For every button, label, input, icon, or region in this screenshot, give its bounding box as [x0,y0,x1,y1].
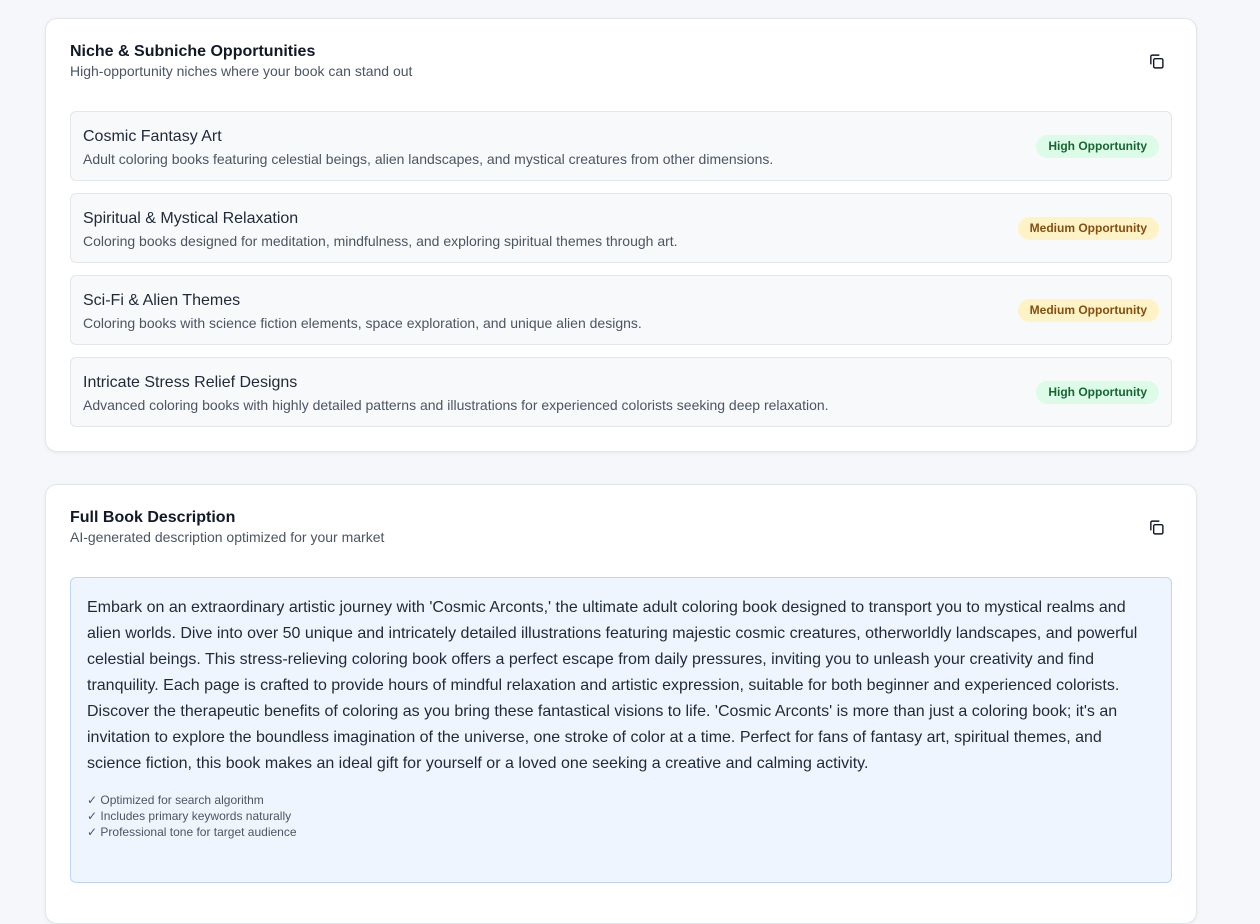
description-box: Embark on an extraordinary artistic jour… [70,577,1172,883]
niche-description: Advanced coloring books with highly deta… [83,397,829,413]
card-title: Niche & Subniche Opportunities [70,43,316,60]
niche-name: Spiritual & Mystical Relaxation [83,210,299,227]
checklist-item: ✓ Optimized for search algorithm [87,793,264,807]
description-text: Embark on an extraordinary artistic jour… [87,599,1138,772]
niche-description: Coloring books designed for meditation, … [83,233,678,249]
niche-name: Sci-Fi & Alien Themes [83,292,241,309]
checklist: ✓ Optimized for search algorithm ✓ Inclu… [87,792,1155,840]
copy-button[interactable] [1146,517,1166,537]
niche-name: Cosmic Fantasy Art [83,128,222,145]
card-subtitle: AI-generated description optimized for y… [70,529,385,545]
card-header: Niche & Subniche Opportunities High-oppo… [70,42,1172,80]
opportunity-badge: Medium Opportunity [1017,217,1159,240]
niche-item: Intricate Stress Relief Designs Advanced… [70,357,1172,427]
opportunity-badge: High Opportunity [1036,135,1159,158]
copy-icon [1149,519,1164,535]
niche-description: Adult coloring books featuring celestial… [83,151,774,167]
niche-description: Coloring books with science fiction elem… [83,315,642,331]
niche-item: Cosmic Fantasy Art Adult coloring books … [70,111,1172,181]
opportunity-badge: Medium Opportunity [1017,299,1159,322]
checklist-item: ✓ Professional tone for target audience [87,825,297,839]
copy-icon [1149,53,1164,69]
niche-list: Cosmic Fantasy Art Adult coloring books … [70,111,1172,439]
niche-name: Intricate Stress Relief Designs [83,374,298,391]
niche-item: Sci-Fi & Alien Themes Coloring books wit… [70,275,1172,345]
card-header: Full Book Description AI-generated descr… [70,508,1172,546]
niche-item: Spiritual & Mystical Relaxation Coloring… [70,193,1172,263]
card-subtitle: High-opportunity niches where your book … [70,63,413,79]
checklist-item: ✓ Includes primary keywords naturally [87,809,292,823]
copy-button[interactable] [1146,51,1166,71]
card-title: Full Book Description [70,509,236,526]
opportunity-badge: High Opportunity [1036,381,1159,404]
niche-opportunities-card: Niche & Subniche Opportunities High-oppo… [45,18,1197,452]
book-description-card: Full Book Description AI-generated descr… [45,484,1197,924]
